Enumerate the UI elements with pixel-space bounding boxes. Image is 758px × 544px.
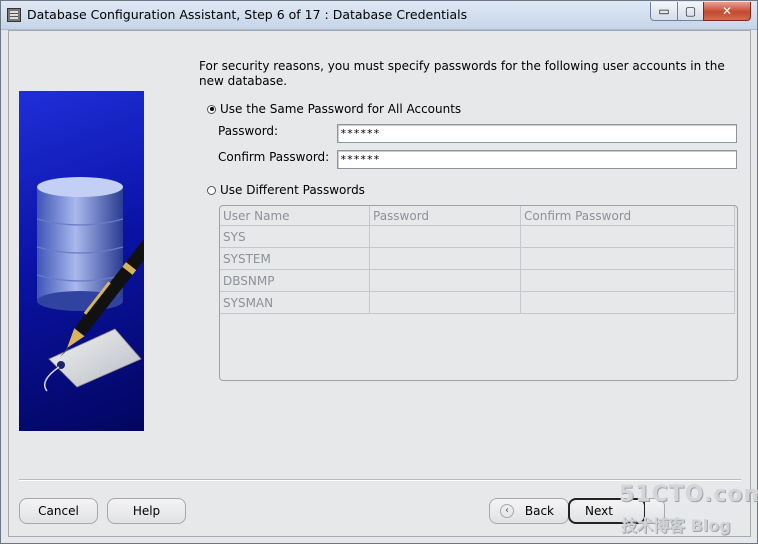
cell-confirm-password[interactable] (521, 226, 735, 248)
cell-password[interactable] (370, 292, 521, 314)
dbca-window: Database Configuration Assistant, Step 6… (0, 0, 758, 544)
cell-confirm-password[interactable] (521, 270, 735, 292)
close-button[interactable]: ✕ (703, 2, 751, 21)
button-separator (19, 479, 741, 481)
help-button[interactable]: Help (107, 498, 186, 524)
cell-user-name: SYS (220, 226, 370, 248)
column-confirm-password: Confirm Password (521, 206, 735, 226)
watermark-line-2: 技术博客 Blog (621, 516, 731, 535)
table-row: DBSNMP (220, 270, 737, 292)
column-user-name: User Name (220, 206, 370, 226)
intro-text: For security reasons, you must specify p… (199, 59, 725, 88)
watermark: 51CTO.com 技术博客 Blog (617, 482, 758, 542)
different-passwords-radio[interactable] (207, 185, 216, 195)
column-password: Password (370, 206, 521, 226)
confirm-password-field[interactable]: ****** (337, 150, 737, 169)
password-label: Password: (218, 124, 279, 138)
window-title: Database Configuration Assistant, Step 6… (27, 7, 468, 22)
table-row: SYSTEM (220, 248, 737, 270)
wizard-content: For security reasons, you must specify p… (8, 30, 751, 537)
different-passwords-option[interactable]: Use Different Passwords (207, 183, 365, 197)
watermark-line-1: 51CTO.com (619, 482, 758, 507)
password-field[interactable]: ****** (337, 124, 737, 143)
table-row: SYS (220, 226, 737, 248)
cell-password[interactable] (370, 226, 521, 248)
database-pen-illustration (19, 91, 144, 431)
cell-user-name: SYSTEM (220, 248, 370, 270)
cell-password[interactable] (370, 270, 521, 292)
database-pen-icon (36, 177, 144, 392)
chevron-left-icon: ‹ (500, 504, 514, 518)
confirm-password-label: Confirm Password: (218, 150, 330, 164)
cell-user-name: DBSNMP (220, 270, 370, 292)
title-bar[interactable]: Database Configuration Assistant, Step 6… (1, 1, 757, 30)
app-icon (7, 8, 21, 22)
maximize-button[interactable]: ▢ (677, 2, 704, 21)
same-password-option[interactable]: Use the Same Password for All Accounts (207, 102, 461, 116)
table-row: SYSMAN (220, 292, 737, 314)
cell-confirm-password[interactable] (521, 292, 735, 314)
minimize-button[interactable]: ▭ (650, 2, 678, 21)
same-password-radio[interactable] (207, 104, 216, 114)
cancel-button[interactable]: Cancel (19, 498, 98, 524)
cell-password[interactable] (370, 248, 521, 270)
same-password-label: Use the Same Password for All Accounts (220, 102, 462, 116)
table-header: User Name Password Confirm Password (220, 206, 737, 226)
back-button-label: Back (524, 504, 554, 518)
back-button[interactable]: ‹ Back (489, 498, 569, 524)
cell-confirm-password[interactable] (521, 248, 735, 270)
cell-user-name: SYSMAN (220, 292, 370, 314)
different-passwords-label: Use Different Passwords (220, 183, 365, 197)
user-password-table: User Name Password Confirm Password SYS … (219, 205, 738, 381)
